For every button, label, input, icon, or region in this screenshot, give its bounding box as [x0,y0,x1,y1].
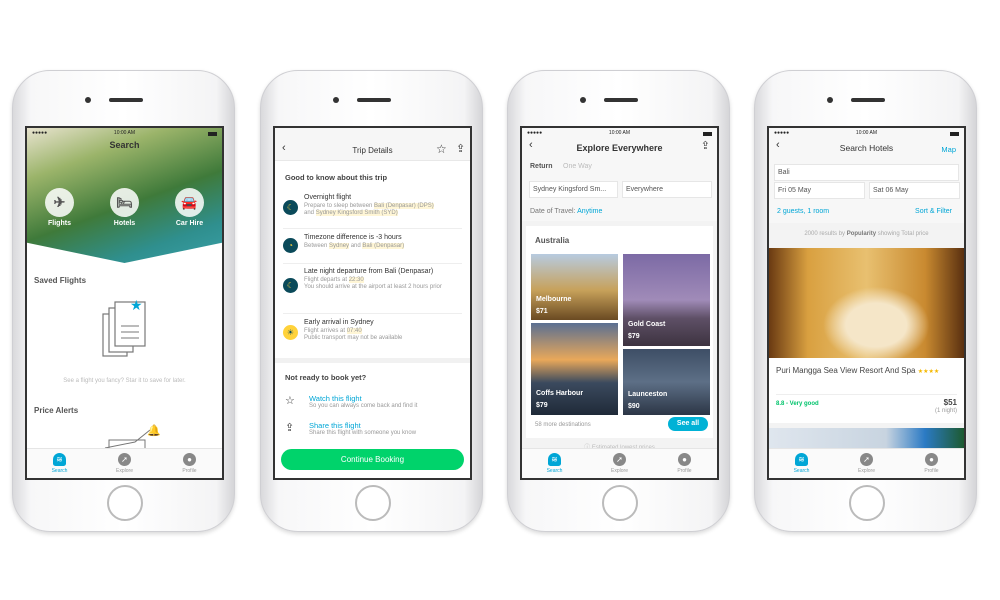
compass-icon: ➚ [860,453,873,466]
sort-filter-button[interactable]: Sort & Filter [915,208,952,215]
star-rating: ★★★★ [917,369,940,375]
tab-profile[interactable]: ● Profile [652,449,717,478]
car-icon: 🚘 [175,188,204,217]
see-all-button[interactable]: See all [668,417,708,431]
region-title: Australia [535,236,570,245]
location-field[interactable]: Bali [774,164,959,181]
page-title: Search [109,140,140,150]
svg-text:🔔: 🔔 [147,424,161,437]
hotel-card[interactable]: Puri Mangga Sea View Resort And Spa ★★★★… [769,248,964,423]
tab-explore[interactable]: ➚ Explore [587,449,652,478]
info-timezone: ◔ Timezone difference is -3 hours Between … [283,234,462,264]
tab-profile[interactable]: ● Profile [899,449,964,478]
guests-button[interactable]: 2 guests, 1 room [777,208,829,215]
hotels-button[interactable]: 🛏 Hotels [110,188,139,227]
sun-taxi-icon: ☀ [283,325,298,340]
more-destinations: 58 more destinations [535,422,591,428]
tab-profile[interactable]: ● Profile [157,449,222,478]
destination-gold-coast[interactable]: Gold Coast $79 [623,254,710,346]
flights-button[interactable]: ✈ Flights [45,188,74,227]
saved-flights-hint: See a flight you fancy? Star it to save … [63,378,186,384]
tab-search[interactable]: ≋ Search [769,449,834,478]
phone-search: ●●●●● 10:00 AM Search ✈ Flights 🛏 Hotels 🚘 C… [12,70,235,532]
tab-one-way[interactable]: One Way [563,163,592,170]
info-late-departure: ☾ Late night departure from Bali (Denpasa… [283,268,462,314]
saved-flights-title: Saved Flights [34,276,87,285]
phone-explore: ●●●●● 10:00 AM ‹ Explore Everywhere ⇪ Ret… [507,70,730,532]
page-title: Explore Everywhere [576,143,663,153]
section-title: Good to know about this trip [285,173,388,182]
car-hire-button[interactable]: 🚘 Car Hire [175,188,204,227]
tab-explore[interactable]: ➚ Explore [92,449,157,478]
moon-taxi-icon: ☾ [283,278,298,293]
share-icon[interactable]: ⇪ [701,139,710,152]
star-icon: ☆ [285,395,295,407]
price-alerts-illustration: 🔔 [104,424,161,450]
skyscanner-logo-icon: ≋ [548,453,561,466]
compass-icon: ➚ [613,453,626,466]
section-title: Not ready to book yet? [285,373,367,382]
destination-melbourne[interactable]: Melbourne $71 [531,254,618,320]
saved-flights-illustration: ★ [102,297,146,357]
camera [85,97,91,103]
watch-flight-link[interactable]: ☆ Watch this flight So you can always come… [285,394,462,416]
share-icon[interactable]: ⇪ [456,142,465,155]
date-label: Date of Travel: [530,208,576,215]
speaker [109,98,143,102]
checkin-field[interactable]: Fri 05 May [774,182,865,199]
explore-screen: ●●●●● 10:00 AM ‹ Explore Everywhere ⇪ Ret… [520,126,719,480]
trip-details-screen: ‹ Trip Details ☆ ⇪ Good to know about th… [273,126,472,480]
search-screen: ●●●●● 10:00 AM Search ✈ Flights 🛏 Hotels 🚘 C… [25,126,224,480]
hotel-price: $51 [943,398,957,407]
status-time: 10:00 AM [113,130,136,136]
share-flight-link[interactable]: ⇪ Share this flight Share this flight with… [285,421,462,443]
bed-icon: 🛏 [110,188,139,217]
tab-return[interactable]: Return [530,163,553,170]
results-summary: 2000 results by Popularity showing Total… [804,231,929,237]
home-button[interactable] [355,485,391,521]
destination-launceston[interactable]: Launceston $90 [623,349,710,415]
review-score: 8.8 - Very good [776,401,819,407]
region-card: Australia Melbourne $71 Gold Coast $79 Cof… [526,226,713,438]
date-value[interactable]: Anytime [577,208,602,215]
tab-explore[interactable]: ➚ Explore [834,449,899,478]
destination-coffs-harbour[interactable]: Coffs Harbour $79 [531,323,618,415]
plane-icon: ✈ [45,188,74,217]
phone-hotels: ●●●●● 10:00 AM ‹ Search Hotels Map Bali F… [754,70,977,532]
clocks-icon: ◔ [283,238,298,253]
tab-search[interactable]: ≋ Search [522,449,587,478]
price-nights: (1 night) [934,408,957,414]
tab-search[interactable]: ≋ Search [27,449,92,478]
price-alerts-title: Price Alerts [34,406,79,415]
share-icon: ⇪ [285,422,295,434]
hotel-name: Puri Mangga Sea View Resort And Spa ★★★★ [776,366,940,375]
info-overnight: ☾ Overnight flight Prepare to sleep betwee… [283,194,462,229]
person-icon: ● [678,453,691,466]
phone-trip-details: ‹ Trip Details ☆ ⇪ Good to know about th… [260,70,483,532]
home-button[interactable] [602,485,638,521]
svg-text:★: ★ [130,297,143,313]
star-icon[interactable]: ☆ [436,142,447,156]
map-button[interactable]: Map [941,145,956,154]
destination-field[interactable]: Everywhere [622,181,712,198]
origin-field[interactable]: Sydney Kingsford Sm... [529,181,618,198]
tab-bar: ≋ Search ➚ Explore ● Profile [27,448,222,478]
checkout-field[interactable]: Sat 06 May [869,182,960,199]
compass-icon: ➚ [118,453,131,466]
hotels-screen: ●●●●● 10:00 AM ‹ Search Hotels Map Bali F… [767,126,966,480]
skyscanner-logo-icon: ≋ [53,453,66,466]
person-icon: ● [183,453,196,466]
info-early-arrival: ☀ Early arrival in Sydney Flight arrives a… [283,319,462,355]
continue-booking-button[interactable]: Continue Booking [281,449,464,470]
moon-plane-icon: ☾ [283,200,298,215]
home-button[interactable] [107,485,143,521]
home-button[interactable] [849,485,885,521]
page-title: Search Hotels [839,143,894,153]
skyscanner-logo-icon: ≋ [795,453,808,466]
person-icon: ● [925,453,938,466]
hotel-image [769,248,964,358]
